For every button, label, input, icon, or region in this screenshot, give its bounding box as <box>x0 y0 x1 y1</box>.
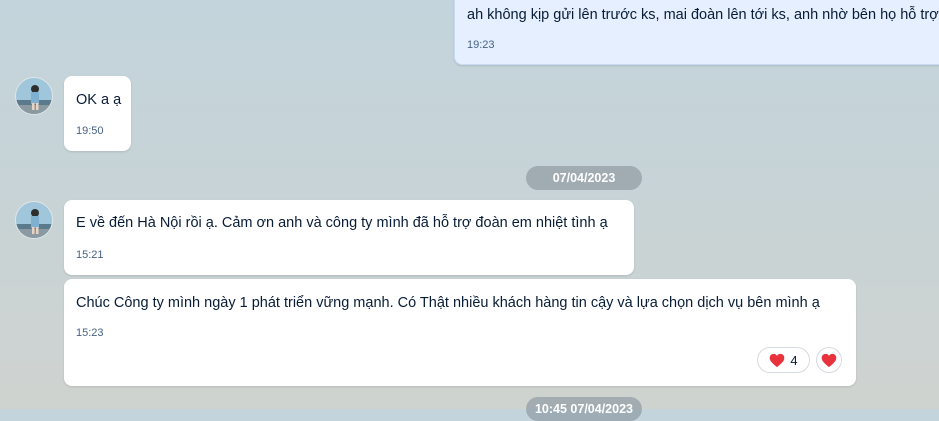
message-time: 19:50 <box>76 125 104 137</box>
message-incoming[interactable]: OK a ạ 19:50 <box>64 76 131 151</box>
reaction-summary[interactable]: 4 <box>757 347 810 373</box>
contact-avatar[interactable] <box>15 201 53 239</box>
message-text: OK a ạ <box>76 92 122 108</box>
message-text: Chúc Công ty mình ngày 1 phát triển vững… <box>76 295 820 311</box>
message-text: E về đến Hà Nội rồi ạ. Cảm ơn anh và côn… <box>76 215 608 231</box>
message-outgoing[interactable]: ah không kịp gửi lên trước ks, mai đoàn … <box>454 0 939 65</box>
date-separator: 07/04/2023 <box>526 166 642 190</box>
message-time: 15:21 <box>76 249 104 261</box>
reaction-count: 4 <box>790 352 798 368</box>
message-text: ah không kịp gửi lên trước ks, mai đoàn … <box>467 7 939 23</box>
message-time: 19:23 <box>467 39 495 51</box>
heart-icon <box>821 353 837 367</box>
contact-avatar[interactable] <box>15 77 53 115</box>
message-incoming[interactable]: Chúc Công ty mình ngày 1 phát triển vững… <box>64 279 856 386</box>
react-button[interactable] <box>816 347 842 373</box>
message-incoming[interactable]: E về đến Hà Nội rồi ạ. Cảm ơn anh và côn… <box>64 200 634 275</box>
date-separator: 10:45 07/04/2023 <box>526 397 642 421</box>
message-time: 15:23 <box>76 327 104 339</box>
heart-icon <box>770 353 785 367</box>
